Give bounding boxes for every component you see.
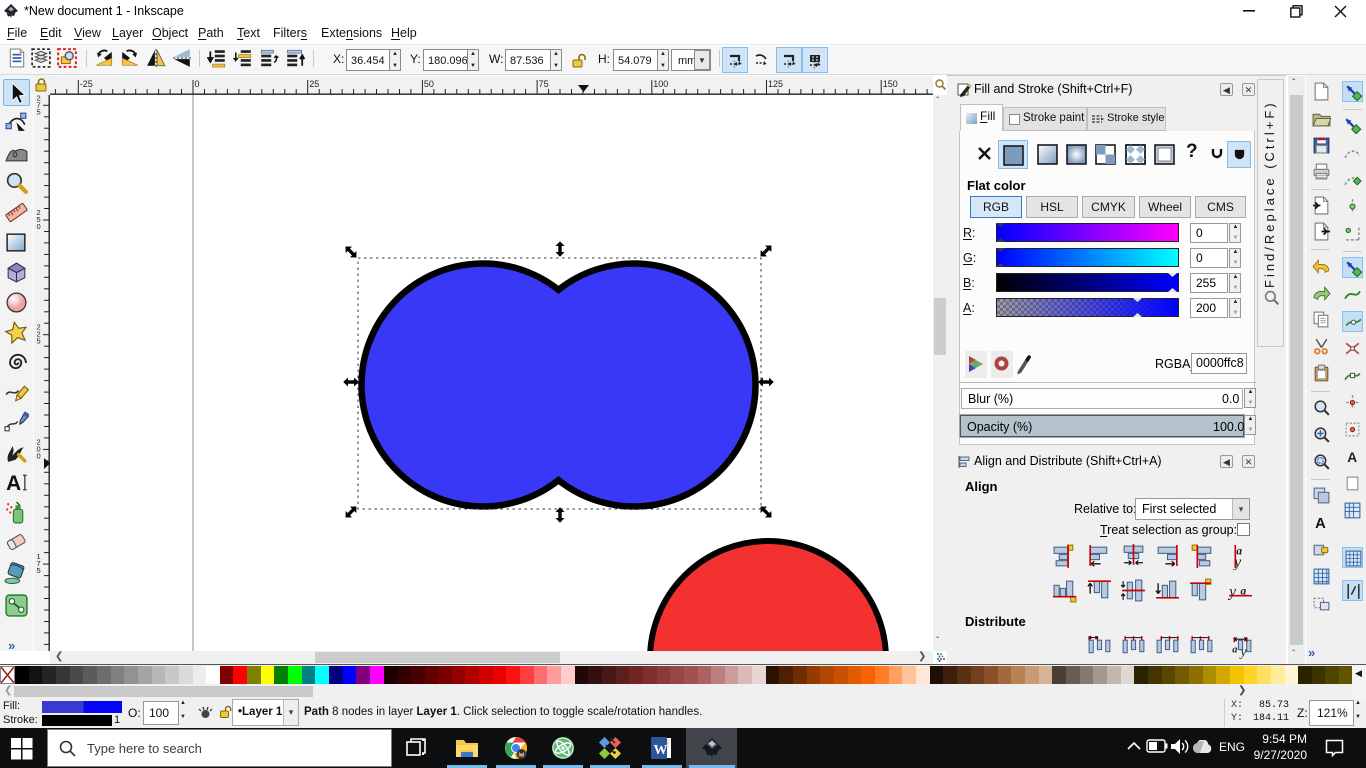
svg-text:0: 0: [195, 79, 200, 89]
svg-text:a: a: [1241, 586, 1247, 598]
svg-text:5: 5: [37, 566, 41, 575]
svg-text:50: 50: [424, 79, 434, 89]
svg-text:A: A: [1347, 450, 1357, 465]
svg-text:y: y: [1227, 584, 1236, 601]
svg-text:25: 25: [309, 79, 319, 89]
svg-text:y: y: [1239, 644, 1247, 659]
svg-text:y: y: [1232, 554, 1241, 570]
svg-text:5: 5: [37, 337, 41, 346]
svg-text:-25: -25: [80, 79, 93, 89]
svg-text:0: 0: [37, 451, 41, 460]
svg-text:125: 125: [768, 79, 783, 89]
svg-text:A: A: [1315, 516, 1326, 532]
svg-text:0: 0: [37, 222, 41, 231]
svg-text:W: W: [654, 743, 668, 758]
svg-text:75: 75: [539, 79, 549, 89]
svg-text:150: 150: [883, 79, 898, 89]
svg-text:A: A: [6, 472, 21, 495]
svg-text:a: a: [1232, 645, 1237, 656]
svg-text:100: 100: [653, 79, 668, 89]
svg-text:5: 5: [37, 107, 41, 116]
